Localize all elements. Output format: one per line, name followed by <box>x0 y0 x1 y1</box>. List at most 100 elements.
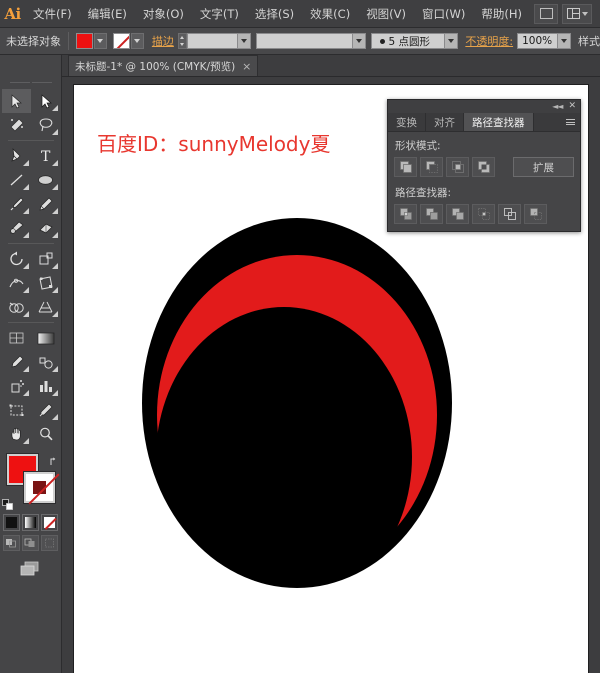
direct-selection-tool[interactable] <box>31 89 60 113</box>
stroke-profile-select[interactable] <box>256 33 366 49</box>
slice-tool[interactable] <box>31 398 60 422</box>
app-logo: Ai <box>0 0 25 28</box>
canvas-area[interactable]: 百度ID：sunnyMelody夏 <box>62 77 600 673</box>
stroke-swatch[interactable] <box>113 33 130 49</box>
close-icon[interactable]: × <box>242 60 251 73</box>
panel-title-bar[interactable]: ◄◄ ✕ <box>388 100 580 113</box>
stroke-color-box[interactable] <box>24 472 55 503</box>
minus-front-button[interactable] <box>420 157 443 177</box>
menu-file[interactable]: 文件(F) <box>25 0 80 28</box>
draw-inside-button[interactable] <box>41 535 58 551</box>
panel-body: 形状模式: 扩展 路径查找器: <box>388 132 580 231</box>
drawing-mode-bar <box>2 535 60 551</box>
close-icon[interactable]: ✕ <box>568 102 576 111</box>
svg-text:T: T <box>41 149 51 164</box>
draw-behind-button[interactable] <box>22 535 39 551</box>
stroke-weight-input[interactable] <box>187 33 251 49</box>
style-label[interactable]: 样式 <box>578 33 600 49</box>
perspective-grid-tool[interactable] <box>31 295 60 319</box>
stroke-weight-stepper[interactable] <box>178 33 187 49</box>
panel-menu-icon[interactable] <box>561 113 580 131</box>
stroke-weight-label[interactable]: 描边 <box>152 33 174 49</box>
fill-dropdown-button[interactable] <box>94 33 107 49</box>
gradient-tool[interactable] <box>31 326 60 350</box>
document-tab-bar: 未标题-1* @ 100% (CMYK/预览) × <box>62 55 600 77</box>
blob-brush-tool[interactable] <box>2 216 31 240</box>
rotate-tool[interactable] <box>2 247 31 271</box>
color-mode-button[interactable] <box>3 514 20 531</box>
pathfinder-panel[interactable]: ◄◄ ✕ 变换 对齐 路径查找器 形状模式: <box>387 99 581 232</box>
lasso-tool[interactable] <box>31 113 60 137</box>
zoom-tool[interactable] <box>31 422 60 446</box>
menu-bar: Ai 文件(F) 编辑(E) 对象(O) 文字(T) 选择(S) 效果(C) 视… <box>0 0 600 28</box>
panel-tabs: 变换 对齐 路径查找器 <box>388 113 580 132</box>
fill-stroke-controls <box>2 452 60 510</box>
outline-button[interactable] <box>498 204 521 224</box>
shape-modes-label: 形状模式: <box>395 138 574 153</box>
tab-pathfinder[interactable]: 路径查找器 <box>464 113 534 131</box>
type-tool[interactable]: T <box>31 144 60 168</box>
opacity-input[interactable]: 100% <box>517 33 571 49</box>
scale-tool[interactable] <box>31 247 60 271</box>
magic-wand-tool[interactable] <box>2 113 31 137</box>
ellipse-tool[interactable] <box>31 168 60 192</box>
swap-fill-stroke-icon[interactable] <box>49 452 60 463</box>
document-tab[interactable]: 未标题-1* @ 100% (CMYK/预览) × <box>68 55 258 76</box>
unite-button[interactable] <box>394 157 417 177</box>
column-graph-tool[interactable] <box>31 374 60 398</box>
selection-tool[interactable] <box>2 89 31 113</box>
eraser-tool[interactable] <box>31 216 60 240</box>
menu-help[interactable]: 帮助(H) <box>473 0 530 28</box>
tab-transform[interactable]: 变换 <box>388 113 426 131</box>
control-bar: 未选择对象 描边 5 点圆形 不透明度: 100% <box>0 28 600 55</box>
menu-type[interactable]: 文字(T) <box>192 0 247 28</box>
none-mode-button[interactable] <box>41 514 58 531</box>
draw-normal-button[interactable] <box>3 535 20 551</box>
divide-button[interactable] <box>394 204 417 224</box>
menu-view[interactable]: 视图(V) <box>358 0 414 28</box>
eyedropper-tool[interactable] <box>2 350 31 374</box>
minus-back-button[interactable] <box>524 204 547 224</box>
line-segment-tool[interactable] <box>2 168 31 192</box>
pathfinders-row <box>394 204 574 224</box>
selection-status-label: 未选择对象 <box>6 33 61 49</box>
shape-modes-row: 扩展 <box>394 157 574 177</box>
menu-object[interactable]: 对象(O) <box>135 0 192 28</box>
trim-button[interactable] <box>420 204 443 224</box>
fill-swatch[interactable] <box>76 33 93 49</box>
brush-value: 5 点圆形 <box>389 34 431 49</box>
pen-tool[interactable] <box>2 144 31 168</box>
free-transform-tool[interactable] <box>31 271 60 295</box>
color-mode-bar <box>2 514 60 531</box>
blend-tool[interactable] <box>31 350 60 374</box>
expand-button[interactable]: 扩展 <box>513 157 574 177</box>
width-tool[interactable] <box>2 271 31 295</box>
stroke-dropdown-button[interactable] <box>131 33 144 49</box>
shape-builder-tool[interactable] <box>2 295 31 319</box>
bridge-icon[interactable] <box>534 4 558 24</box>
toolbar-grip[interactable] <box>0 77 61 87</box>
exclude-button[interactable] <box>472 157 495 177</box>
menu-select[interactable]: 选择(S) <box>247 0 302 28</box>
mesh-tool[interactable] <box>2 326 31 350</box>
screen-mode-button[interactable] <box>18 559 44 579</box>
symbol-sprayer-tool[interactable] <box>2 374 31 398</box>
gradient-mode-button[interactable] <box>22 514 39 531</box>
tool-grid: T <box>2 89 60 446</box>
paintbrush-tool[interactable] <box>2 192 31 216</box>
pencil-tool[interactable] <box>31 192 60 216</box>
collapse-icon[interactable]: ◄◄ <box>552 102 562 111</box>
opacity-label[interactable]: 不透明度: <box>465 33 513 49</box>
intersect-button[interactable] <box>446 157 469 177</box>
tab-align[interactable]: 对齐 <box>426 113 464 131</box>
crop-button[interactable] <box>472 204 495 224</box>
merge-button[interactable] <box>446 204 469 224</box>
menu-window[interactable]: 窗口(W) <box>414 0 473 28</box>
artboard-tool[interactable] <box>2 398 31 422</box>
brush-definition-select[interactable]: 5 点圆形 <box>371 33 459 49</box>
menu-edit[interactable]: 编辑(E) <box>80 0 135 28</box>
default-fill-stroke-icon[interactable] <box>2 496 14 508</box>
menu-effect[interactable]: 效果(C) <box>302 0 358 28</box>
arrange-documents-icon[interactable] <box>562 4 592 24</box>
hand-tool[interactable] <box>2 422 31 446</box>
